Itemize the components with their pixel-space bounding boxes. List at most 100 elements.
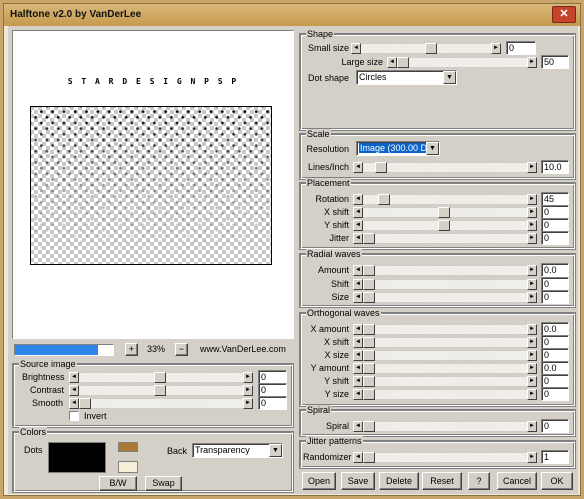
scroll-right-icon[interactable]: ► (527, 57, 537, 68)
x-size-slider[interactable]: ◄ ► (353, 350, 537, 361)
scroll-right-icon[interactable]: ► (527, 337, 537, 348)
slider-thumb[interactable] (397, 57, 409, 68)
amount-field[interactable]: 0.0 (541, 263, 569, 277)
slider-thumb[interactable] (363, 233, 375, 244)
slider-thumb[interactable] (375, 162, 387, 173)
jitter-slider[interactable]: ◄ ► (353, 233, 537, 244)
scroll-left-icon[interactable]: ◄ (353, 350, 363, 361)
delete-button[interactable]: Delete (379, 472, 419, 490)
slider-thumb[interactable] (438, 207, 450, 218)
y-amount-field[interactable]: 0.0 (541, 361, 569, 375)
save-button[interactable]: Save (341, 472, 375, 490)
scroll-left-icon[interactable]: ◄ (69, 372, 79, 383)
scroll-right-icon[interactable]: ► (527, 376, 537, 387)
shift-slider[interactable]: ◄ ► (353, 278, 537, 290)
shift-field[interactable]: 0 (541, 276, 569, 291)
slider-thumb[interactable] (363, 337, 375, 348)
website-link[interactable]: www.VanDerLee.com (200, 344, 286, 355)
scroll-left-icon[interactable]: ◄ (353, 162, 363, 173)
scroll-right-icon[interactable]: ► (527, 207, 537, 218)
small-size-slider[interactable]: ◄ ► (351, 43, 501, 54)
scroll-right-icon[interactable]: ► (527, 363, 537, 374)
dot-shape-select[interactable]: Circles ▼ (356, 70, 457, 85)
x-size-field[interactable]: 0 (541, 348, 569, 362)
back-select[interactable]: Transparency ▼ (192, 443, 283, 458)
slider-thumb[interactable] (363, 292, 375, 303)
x-amount-field[interactable]: 0.0 (541, 322, 569, 336)
x-amount-slider[interactable]: ◄ ► (353, 324, 537, 335)
rotation-slider[interactable]: ◄ ► (353, 194, 537, 205)
slider-thumb[interactable] (154, 372, 166, 383)
chevron-down-icon[interactable]: ▼ (443, 71, 456, 84)
x-shift-slider[interactable]: ◄ ► (353, 207, 537, 218)
scroll-right-icon[interactable]: ► (527, 278, 537, 290)
slider-thumb[interactable] (154, 385, 166, 396)
large-size-field[interactable]: 50 (541, 55, 569, 69)
slider-thumb[interactable] (363, 278, 375, 290)
scroll-left-icon[interactable]: ◄ (353, 452, 363, 463)
scroll-left-icon[interactable]: ◄ (353, 292, 363, 303)
scroll-left-icon[interactable]: ◄ (353, 324, 363, 335)
open-button[interactable]: Open (302, 472, 336, 490)
y-shift-slider[interactable]: ◄ ► (353, 220, 537, 231)
color-swatch-1[interactable] (118, 442, 138, 452)
scroll-right-icon[interactable]: ► (527, 324, 537, 335)
lines-inch-slider[interactable]: ◄ ► (353, 162, 537, 173)
slider-thumb[interactable] (363, 452, 375, 463)
scroll-left-icon[interactable]: ◄ (353, 376, 363, 387)
brightness-slider[interactable]: ◄ ► (69, 372, 253, 383)
cancel-button[interactable]: Cancel (497, 472, 537, 490)
slider-thumb[interactable] (363, 376, 375, 387)
scroll-left-icon[interactable]: ◄ (353, 220, 363, 231)
size-field[interactable]: 0 (541, 290, 569, 304)
slider-thumb[interactable] (438, 220, 450, 231)
scroll-right-icon[interactable]: ► (243, 398, 253, 409)
amount-slider[interactable]: ◄ ► (353, 265, 537, 276)
scroll-right-icon[interactable]: ► (527, 350, 537, 361)
scroll-left-icon[interactable]: ◄ (353, 233, 363, 244)
scroll-right-icon[interactable]: ► (243, 385, 253, 396)
scroll-left-icon[interactable]: ◄ (69, 385, 79, 396)
y-shift-field[interactable]: 0 (541, 218, 569, 232)
slider-thumb[interactable] (363, 265, 375, 276)
invert-checkbox[interactable] (69, 411, 79, 421)
slider-thumb[interactable] (79, 398, 91, 409)
bw-button[interactable]: B/W (99, 476, 137, 491)
scroll-left-icon[interactable]: ◄ (353, 421, 363, 432)
scroll-right-icon[interactable]: ► (491, 43, 501, 54)
y-amount-slider[interactable]: ◄ ► (353, 363, 537, 374)
scroll-left-icon[interactable]: ◄ (353, 389, 363, 400)
scroll-right-icon[interactable]: ► (527, 162, 537, 173)
y-size-slider[interactable]: ◄ ► (353, 389, 537, 400)
scroll-left-icon[interactable]: ◄ (353, 363, 363, 374)
color-swatch-2[interactable] (118, 461, 138, 473)
brightness-field[interactable]: 0 (258, 370, 287, 384)
scroll-right-icon[interactable]: ► (527, 233, 537, 244)
reset-button[interactable]: Reset (422, 472, 462, 490)
help-button[interactable]: ? (468, 472, 490, 490)
lines-inch-field[interactable]: 10.0 (541, 160, 569, 174)
scroll-left-icon[interactable]: ◄ (387, 57, 397, 68)
contrast-slider[interactable]: ◄ ► (69, 385, 253, 396)
spiral-field[interactable]: 0 (541, 419, 569, 433)
spiral-slider[interactable]: ◄ ► (353, 421, 537, 432)
scroll-left-icon[interactable]: ◄ (353, 337, 363, 348)
scroll-left-icon[interactable]: ◄ (353, 207, 363, 218)
close-button[interactable]: ✕ (552, 6, 576, 23)
chevron-down-icon[interactable]: ▼ (269, 444, 282, 457)
scroll-left-icon[interactable]: ◄ (353, 278, 363, 290)
scroll-left-icon[interactable]: ◄ (353, 194, 363, 205)
slider-thumb[interactable] (363, 389, 375, 400)
y-shift-slider[interactable]: ◄ ► (353, 376, 537, 387)
x-shift-slider[interactable]: ◄ ► (353, 337, 537, 348)
scroll-right-icon[interactable]: ► (527, 220, 537, 231)
contrast-field[interactable]: 0 (258, 383, 287, 397)
randomizer-field[interactable]: 1 (541, 450, 569, 464)
slider-thumb[interactable] (363, 421, 375, 432)
chevron-down-icon[interactable]: ▼ (426, 142, 439, 155)
scroll-left-icon[interactable]: ◄ (353, 265, 363, 276)
scroll-right-icon[interactable]: ► (243, 372, 253, 383)
scroll-right-icon[interactable]: ► (527, 292, 537, 303)
ok-button[interactable]: OK (541, 472, 573, 490)
slider-thumb[interactable] (425, 43, 437, 54)
